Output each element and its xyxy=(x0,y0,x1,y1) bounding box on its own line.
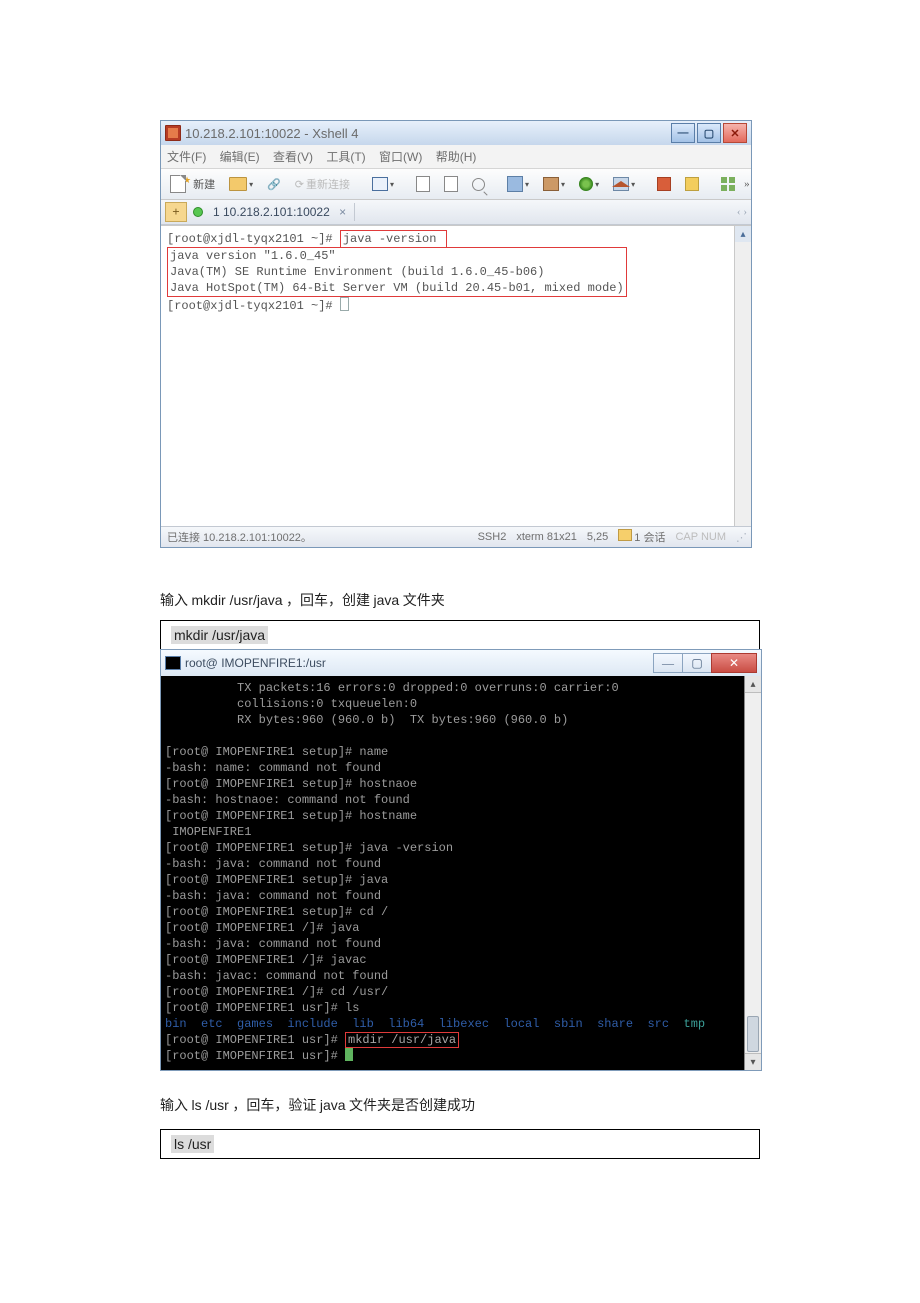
grid-button[interactable] xyxy=(716,174,740,194)
status-ssh: SSH2 xyxy=(478,531,507,543)
highlighted-mkdir-command: mkdir /usr/java xyxy=(345,1032,459,1048)
putty-scroll-down-icon[interactable]: ▾ xyxy=(745,1053,761,1070)
home-button[interactable]: ▾ xyxy=(608,174,640,194)
terminal-content: [root@xjdl-tyqx2101 ~]# java -version ja… xyxy=(161,226,751,318)
highlighted-output: java version "1.6.0_45"Java(TM) SE Runti… xyxy=(167,247,627,297)
reconnect-button[interactable]: ⟳ 重新连接 xyxy=(290,173,355,195)
toolbar: ★ 新建 ▾ 🔗 ⟳ 重新连接 ▾ ▾ ▾ ▾ ▾ » xyxy=(161,169,751,200)
find-button[interactable] xyxy=(467,175,490,194)
putty-title: root@ IMOPENFIRE1:/usr xyxy=(185,656,326,670)
instruction-text-2: 输入 ls /usr ，回车，验证 java 文件夹是否创建成功 xyxy=(160,1095,760,1115)
putty-titlebar: root@ IMOPENFIRE1:/usr — ▢ ✕ xyxy=(161,650,761,676)
new-label: 新建 xyxy=(193,176,215,192)
putty-scrollbar[interactable]: ▴ ▾ xyxy=(744,676,761,1070)
tabstrip: + 1 10.218.2.101:10022 × ‹ › xyxy=(161,200,751,225)
putty-close-button[interactable]: ✕ xyxy=(711,653,757,673)
cursor-icon xyxy=(340,297,349,311)
tab-label: 1 10.218.2.101:10022 xyxy=(213,205,330,219)
putty-maximize-button[interactable]: ▢ xyxy=(682,653,712,673)
red-button[interactable] xyxy=(652,174,676,194)
xshell-terminal[interactable]: [root@xjdl-tyqx2101 ~]# java -version ja… xyxy=(161,225,751,526)
status-pos: 5,25 xyxy=(587,531,608,543)
menu-view[interactable]: 查看(V) xyxy=(273,150,313,164)
command-box-2: ls /usr xyxy=(160,1129,760,1159)
connection-status-icon xyxy=(193,207,203,217)
link-button[interactable]: 🔗 xyxy=(262,175,286,194)
menu-help[interactable]: 帮助(H) xyxy=(436,150,477,164)
tab-close-icon[interactable]: × xyxy=(339,205,346,219)
minimize-button[interactable]: — xyxy=(671,123,695,143)
status-left: 已连接 10.218.2.101:10022。 xyxy=(167,529,312,545)
putty-minimize-button[interactable]: — xyxy=(653,653,683,673)
tab-nav-icon[interactable]: ‹ › xyxy=(737,206,747,218)
props-button[interactable]: ▾ xyxy=(367,174,399,194)
scrollbar[interactable]: ▴ xyxy=(734,226,751,526)
open-button[interactable]: ▾ xyxy=(224,174,258,194)
xshell-window: 10.218.2.101:10022 - Xshell 4 — ▢ ✕ 文件(F… xyxy=(160,120,752,548)
titlebar: 10.218.2.101:10022 - Xshell 4 — ▢ ✕ xyxy=(161,121,751,145)
window-title: 10.218.2.101:10022 - Xshell 4 xyxy=(185,126,358,141)
paste-button[interactable] xyxy=(439,173,463,195)
putty-content: TX packets:16 errors:0 dropped:0 overrun… xyxy=(161,676,761,1068)
scroll-up-icon[interactable]: ▴ xyxy=(735,226,751,242)
menu-window[interactable]: 窗口(W) xyxy=(379,150,422,164)
statusbar: 已连接 10.218.2.101:10022。 SSH2 xterm 81x21… xyxy=(161,526,751,547)
putty-cursor-icon xyxy=(345,1048,353,1061)
resize-grip-icon[interactable]: ⋰ xyxy=(736,531,745,544)
command-box-1: mkdir /usr/java xyxy=(160,620,760,649)
toolbar-overflow-icon[interactable]: » xyxy=(744,178,750,190)
maximize-button[interactable]: ▢ xyxy=(697,123,721,143)
copy-button[interactable] xyxy=(411,173,435,195)
menubar: 文件(F) 编辑(E) 查看(V) 工具(T) 窗口(W) 帮助(H) xyxy=(161,145,751,169)
yellow-button[interactable] xyxy=(680,174,704,194)
status-term: xterm 81x21 xyxy=(516,531,577,543)
web-button[interactable]: ▾ xyxy=(574,174,604,194)
command-2: ls /usr xyxy=(171,1135,214,1153)
status-caps: CAP NUM xyxy=(675,531,726,543)
xshell-logo-icon xyxy=(165,125,181,141)
menu-edit[interactable]: 编辑(E) xyxy=(220,150,260,164)
terminal-icon xyxy=(165,656,181,670)
instruction-text-1: 输入 mkdir /usr/java ，回车，创建 java 文件夹 xyxy=(160,590,760,610)
status-sess: 1 会话 xyxy=(618,529,665,545)
new-session-button[interactable]: ★ 新建 xyxy=(165,172,220,196)
save-button[interactable]: ▾ xyxy=(502,173,534,195)
highlighted-command-1: java -version xyxy=(340,230,447,248)
menu-file[interactable]: 文件(F) xyxy=(167,150,206,164)
color-button[interactable]: ▾ xyxy=(538,174,570,194)
session-icon xyxy=(618,529,632,541)
putty-window: root@ IMOPENFIRE1:/usr — ▢ ✕ TX packets:… xyxy=(160,649,762,1071)
putty-scroll-thumb[interactable] xyxy=(747,1016,759,1052)
putty-terminal[interactable]: TX packets:16 errors:0 dropped:0 overrun… xyxy=(161,676,761,1070)
close-button[interactable]: ✕ xyxy=(723,123,747,143)
session-tab[interactable]: 1 10.218.2.101:10022 × xyxy=(205,203,355,221)
directory-listing: bin etc games include lib lib64 libexec … xyxy=(165,1017,705,1031)
menu-tools[interactable]: 工具(T) xyxy=(326,150,365,164)
add-tab-button[interactable]: + xyxy=(165,202,187,222)
putty-scroll-up-icon[interactable]: ▴ xyxy=(745,676,761,693)
command-1: mkdir /usr/java xyxy=(171,626,268,644)
